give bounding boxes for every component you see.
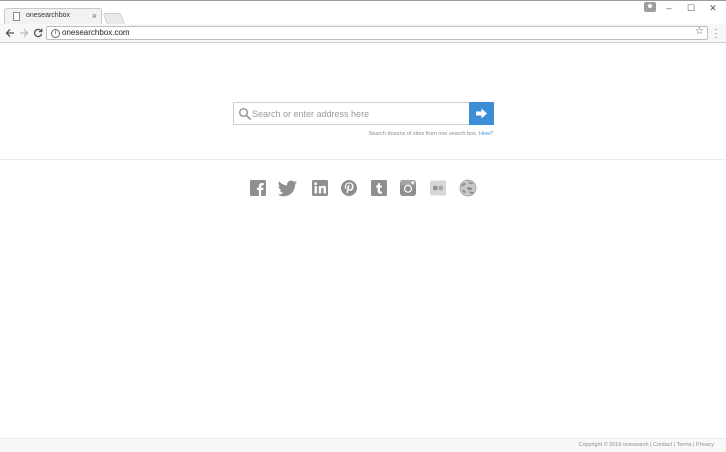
browser-toolbar: i onesearchbox.com ☆ · · ·: [0, 24, 726, 43]
footer-separator: |: [650, 442, 652, 448]
maximize-button[interactable]: ☐: [680, 2, 702, 14]
page-favicon-icon: [13, 12, 20, 21]
flickr-icon[interactable]: [429, 179, 447, 197]
footer: Copyright © 2016 onesearch | Contact | T…: [0, 438, 726, 452]
search-form: [233, 102, 494, 125]
close-window-button[interactable]: ✕: [702, 2, 724, 14]
contact-link[interactable]: Contact: [653, 442, 672, 448]
search-submit-button[interactable]: [469, 102, 494, 125]
divider: [0, 159, 726, 160]
search-icon: [238, 107, 251, 120]
info-icon[interactable]: i: [51, 29, 60, 38]
linkedin-icon[interactable]: [311, 179, 329, 197]
how-link[interactable]: How?: [479, 131, 493, 137]
menu-dots-icon[interactable]: · · ·: [714, 25, 718, 42]
tab-strip: onesearchbox × – ☐ ✕: [0, 0, 726, 25]
twitter-icon[interactable]: [278, 179, 298, 197]
browser-tab[interactable]: onesearchbox ×: [4, 8, 102, 25]
tab-title: onesearchbox: [26, 12, 70, 19]
search-subtext: Search dozens of sites from one search b…: [233, 131, 493, 137]
instagram-icon[interactable]: [399, 179, 417, 197]
forward-arrow-icon[interactable]: [17, 25, 31, 41]
footer-links: Copyright © 2016 onesearch | Contact | T…: [579, 442, 715, 448]
url-text[interactable]: onesearchbox.com: [62, 28, 130, 37]
address-bar[interactable]: i onesearchbox.com ☆: [46, 26, 708, 40]
wikipedia-icon[interactable]: [459, 179, 477, 197]
privacy-link[interactable]: Privacy: [696, 442, 714, 448]
social-links: [249, 179, 479, 197]
search-input[interactable]: [252, 105, 466, 122]
copyright-text: Copyright © 2016 onesearch: [578, 442, 649, 448]
back-arrow-icon[interactable]: [3, 25, 17, 41]
footer-separator: |: [693, 442, 695, 448]
profile-icon[interactable]: [644, 2, 656, 12]
search-field[interactable]: [233, 102, 469, 125]
bookmark-star-icon[interactable]: ☆: [695, 26, 704, 37]
minimize-button[interactable]: –: [658, 2, 680, 14]
pinterest-icon[interactable]: [340, 179, 358, 197]
reload-icon[interactable]: [31, 25, 45, 41]
tumblr-icon[interactable]: [370, 179, 388, 197]
tab-close-icon[interactable]: ×: [92, 10, 97, 22]
search-hint: Search dozens of sites from one search b…: [368, 131, 478, 137]
terms-link[interactable]: Terms: [676, 442, 691, 448]
facebook-icon[interactable]: [249, 179, 267, 197]
footer-separator: |: [673, 442, 676, 448]
arrow-right-icon: [476, 108, 487, 119]
